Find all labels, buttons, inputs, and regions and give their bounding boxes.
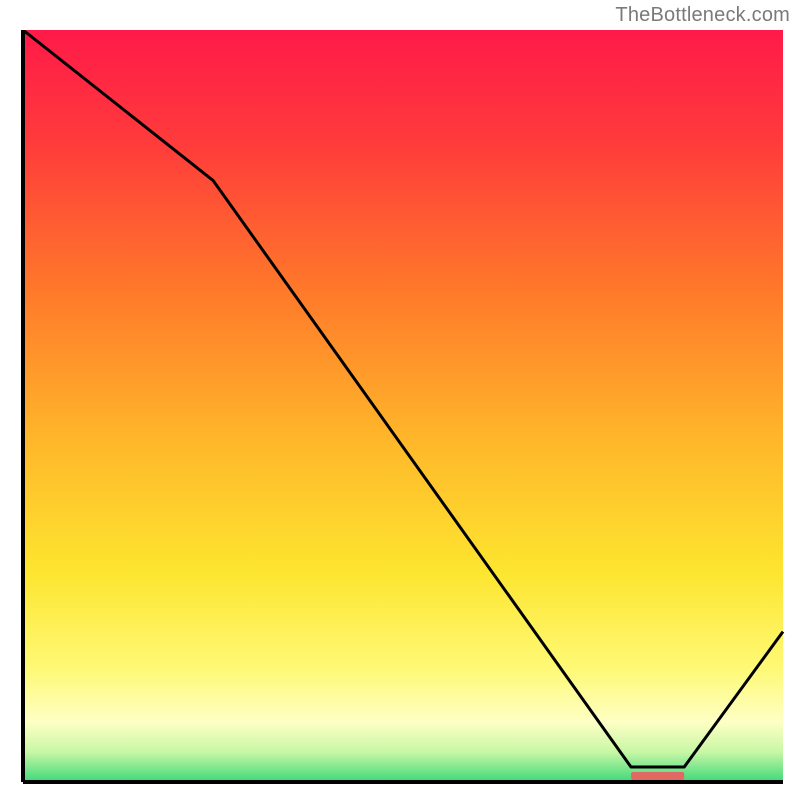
attribution-text: TheBottleneck.com (615, 4, 790, 27)
bottleneck-chart (15, 30, 785, 790)
minimum-marker (631, 772, 684, 780)
chart-svg (15, 30, 785, 790)
plot-background (23, 30, 783, 782)
